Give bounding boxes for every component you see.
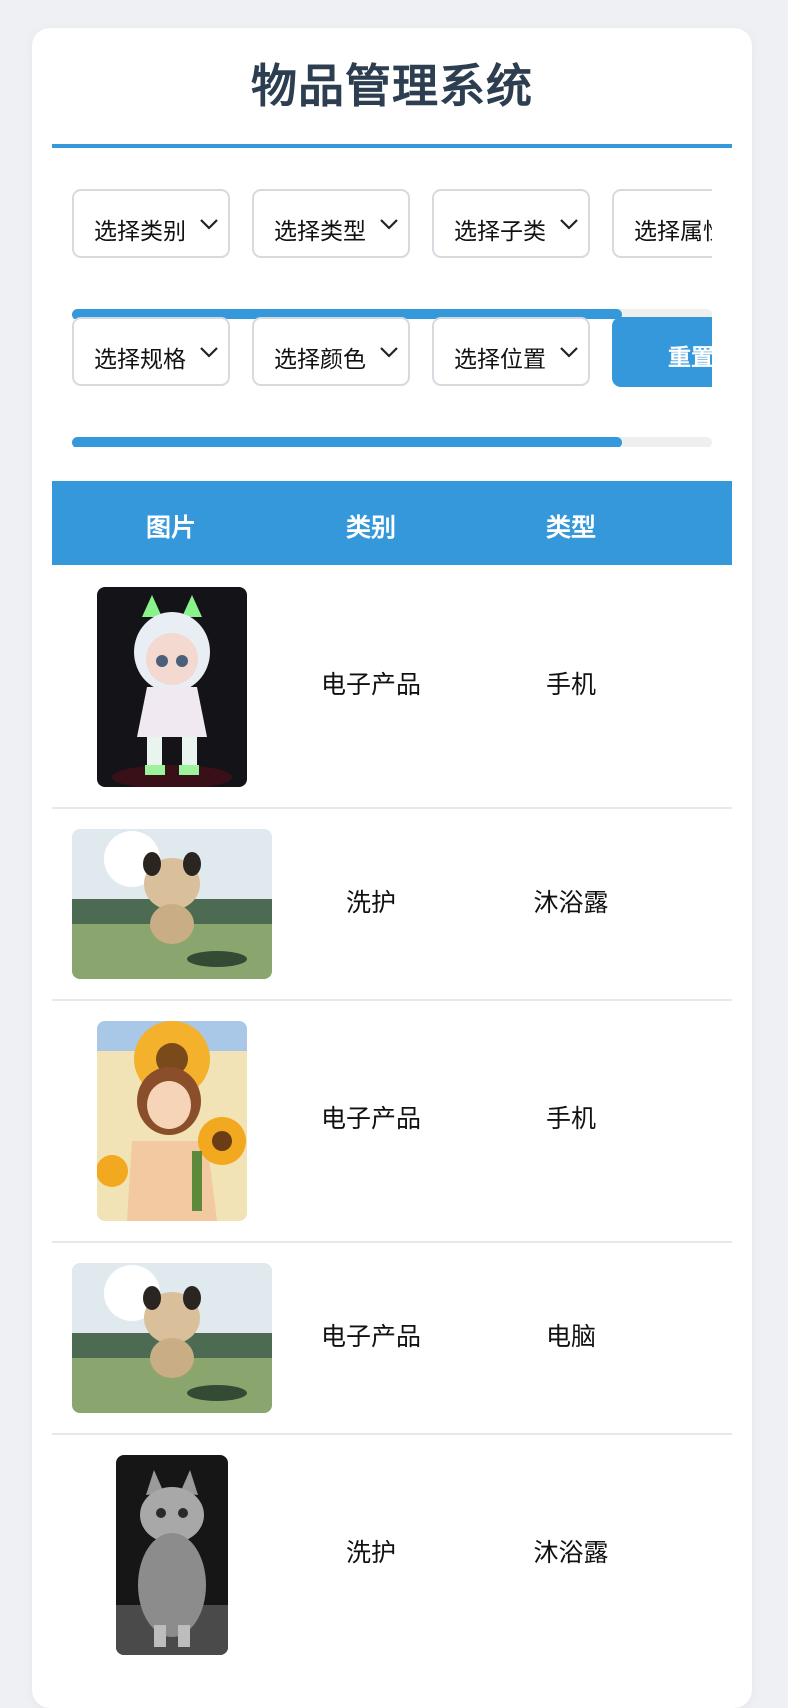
attribute-select[interactable]: 选择属性 — [612, 189, 712, 258]
sunflower-girl-photo[interactable] — [97, 1021, 247, 1221]
category-cell: 洗护 — [345, 888, 396, 917]
type-select[interactable]: 选择类型 — [252, 189, 410, 258]
scrollbar-thumb[interactable] — [72, 437, 623, 447]
spec-select[interactable]: 选择规格 — [72, 317, 230, 386]
category-cell: 电子产品 — [320, 670, 421, 699]
chevron-down-icon — [200, 219, 218, 230]
chevron-down-icon — [380, 219, 398, 230]
filter-group-1: 选择类别 选择类型 选择子类 选择属性 — [72, 189, 712, 319]
type-cell: 手机 — [545, 1104, 596, 1133]
category-cell: 洗护 — [345, 1538, 396, 1567]
filter-row-1: 选择类别 选择类型 选择子类 选择属性 — [72, 189, 712, 261]
table-header: 图片 类别 类型 — [52, 481, 732, 565]
chevron-down-icon — [560, 219, 578, 230]
running-dog-photo[interactable] — [72, 1263, 272, 1413]
gray-cat-photo[interactable] — [116, 1455, 228, 1655]
filter-row-2-scrollbar[interactable] — [72, 437, 712, 447]
running-dog-photo[interactable] — [72, 829, 272, 979]
title-divider — [52, 144, 732, 148]
location-select[interactable]: 选择位置 — [432, 317, 590, 386]
type-cell: 手机 — [545, 670, 596, 699]
category-select-label: 选择类别 — [94, 219, 186, 245]
category-cell: 电子产品 — [320, 1104, 421, 1133]
column-header-category: 类别 — [345, 513, 396, 542]
main-card: 物品管理系统 选择类别 选择类型 选择子类 选择属性 — [32, 28, 752, 1708]
category-cell: 电子产品 — [320, 1322, 421, 1351]
color-select-label: 选择颜色 — [274, 347, 366, 373]
hooded-doll-photo[interactable] — [97, 587, 247, 787]
filter-row-2: 选择规格 选择颜色 选择位置 重置 — [72, 317, 712, 389]
chevron-down-icon — [200, 347, 218, 358]
column-header-image: 图片 — [145, 513, 196, 542]
page-title: 物品管理系统 — [251, 59, 533, 113]
items-table: 图片 类别 类型 电子产品 手机 洗护 沐浴露 电子产品 手机 电子产品 电脑 … — [52, 481, 732, 1685]
subclass-select-label: 选择子类 — [454, 219, 546, 245]
table-row[interactable]: 电子产品 手机 — [52, 1001, 732, 1243]
type-select-label: 选择类型 — [274, 219, 366, 245]
location-select-label: 选择位置 — [454, 347, 546, 373]
spec-select-label: 选择规格 — [94, 347, 186, 373]
filter-group-2: 选择规格 选择颜色 选择位置 重置 — [72, 317, 712, 447]
reset-button[interactable]: 重置 — [612, 317, 712, 387]
chevron-down-icon — [380, 347, 398, 358]
table-row[interactable]: 电子产品 电脑 — [52, 1243, 732, 1435]
type-cell: 电脑 — [545, 1322, 596, 1351]
chevron-down-icon — [560, 347, 578, 358]
column-header-type: 类型 — [545, 513, 596, 542]
table-row[interactable]: 电子产品 手机 — [52, 565, 732, 809]
color-select[interactable]: 选择颜色 — [252, 317, 410, 386]
table-row[interactable]: 洗护 沐浴露 — [52, 1435, 732, 1685]
category-select[interactable]: 选择类别 — [72, 189, 230, 258]
table-row[interactable]: 洗护 沐浴露 — [52, 809, 732, 1001]
attribute-select-label: 选择属性 — [634, 219, 712, 245]
type-cell: 沐浴露 — [533, 888, 609, 917]
subclass-select[interactable]: 选择子类 — [432, 189, 590, 258]
type-cell: 沐浴露 — [533, 1538, 609, 1567]
